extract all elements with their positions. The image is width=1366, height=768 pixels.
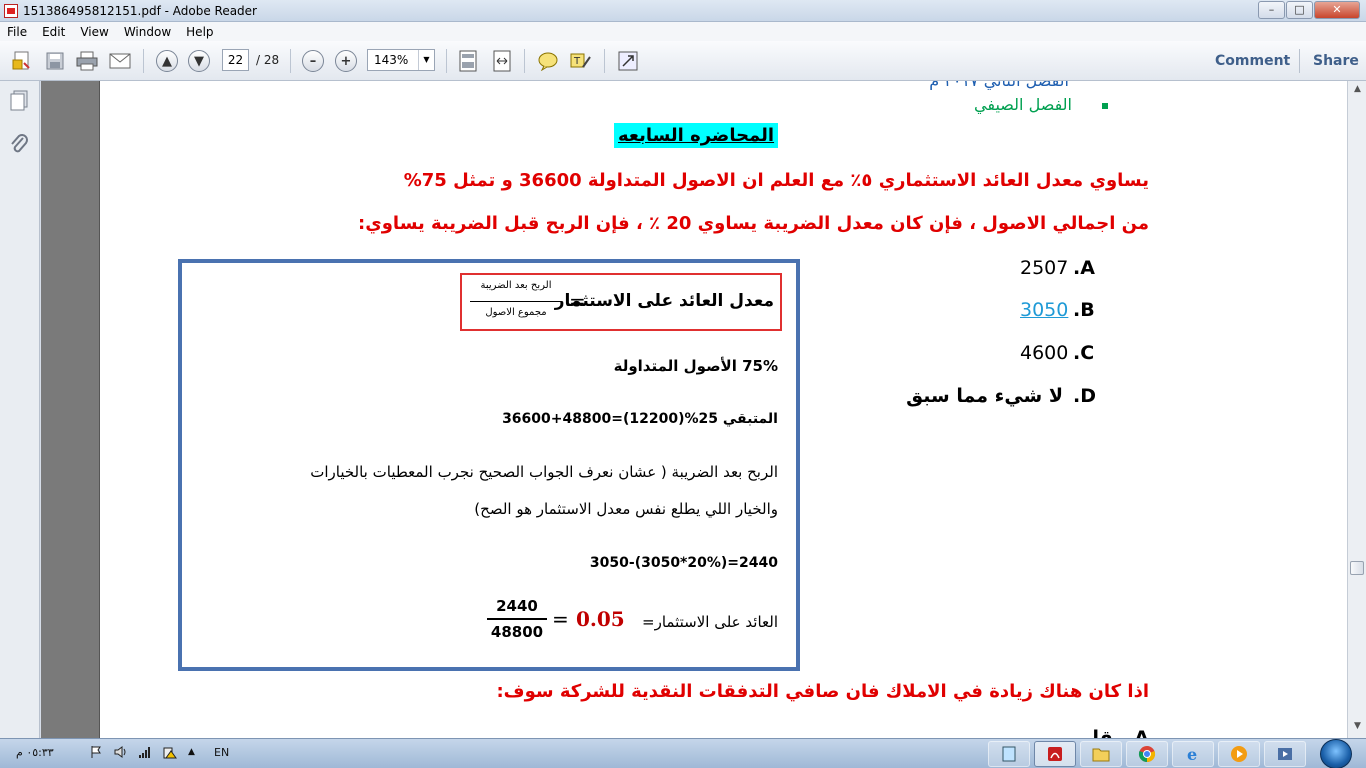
zoom-out-button[interactable]: – [300,49,326,73]
toolbar: ▲ ▼ – + T [0,41,1366,81]
taskbar: ٠٥:٣٣ م ▲ EN e [0,738,1366,768]
plus-icon: + [335,50,357,72]
option-d-letter: .D [1073,385,1096,407]
question-line-1: يساوي معدل العائد الاستثماري ٥٪ مع العلم… [403,170,1149,191]
start-button[interactable] [1320,739,1352,768]
arrow-down-icon: ▼ [188,50,210,72]
return-label: العائد على الاستثمار= [642,613,778,631]
navigation-panel [0,81,40,738]
formula-equals: = [569,289,586,313]
lecture-heading: المحاضره السابعه [614,123,779,148]
page-total: / 28 [256,53,280,67]
menu-file[interactable]: File [0,25,35,39]
previous-page-button[interactable]: ▲ [154,49,180,73]
pdf-app-icon [4,3,18,18]
next-option-partial: A. يقل [1082,727,1149,738]
fraction-numerator: 2440 [496,597,538,615]
menu-view[interactable]: View [73,25,116,39]
taskbar-notes-icon[interactable] [988,741,1030,767]
taskbar-adobe-reader-icon[interactable] [1034,741,1076,767]
pdf-page: الفصل الثاني ٢٠١٧ م الفصل الصيفي المحاضر… [99,81,1347,738]
print-icon[interactable] [74,49,100,73]
minimize-button[interactable]: – [1258,1,1285,19]
chevron-down-icon[interactable]: ▼ [418,50,434,70]
menu-window[interactable]: Window [117,25,179,39]
highlight-text-icon[interactable]: T [568,49,594,73]
option-b-letter: .B [1073,299,1095,321]
taskbar-media-player-icon[interactable] [1218,741,1260,767]
page-thumbnails-icon[interactable] [9,90,29,112]
formula-denominator: مجموع الاصول [485,307,547,318]
menu-bar: File Edit View Window Help [0,22,1366,41]
create-pdf-icon[interactable] [9,49,35,73]
bullet-marker [1102,103,1108,109]
fraction-line [487,618,547,620]
question-line-2: من اجمالي الاصول ، فإن كان معدل الضريبة … [358,213,1149,234]
fit-page-icon[interactable] [455,49,481,73]
option-a-letter: .A [1073,257,1095,279]
taskbar-media-icon[interactable] [1264,741,1306,767]
menu-help[interactable]: Help [179,25,221,39]
document-area: الفصل الثاني ٢٠١٧ م الفصل الصيفي المحاضر… [41,81,1347,738]
fraction-equals: = [552,607,569,631]
bullet-summer-text: الفصل الصيفي [974,95,1072,114]
option-b-value: 3050 [1020,299,1069,321]
arrow-up-icon: ▲ [156,50,178,72]
scroll-up-icon[interactable]: ▲ [1351,84,1364,97]
fraction-denominator: 48800 [490,623,544,641]
menu-edit[interactable]: Edit [35,25,73,39]
window-title: 151386495812151.pdf - Adobe Reader [23,3,257,18]
option-c-letter: .C [1073,342,1095,364]
sticky-note-icon[interactable] [535,49,561,73]
return-value: 0.05 [576,607,625,631]
formula-box: معدل العائد على الاستثمار = الربح بعد ال… [460,273,782,331]
taskbar-folder-icon[interactable] [1080,741,1122,767]
comment-button[interactable]: Comment [1215,53,1290,69]
solution-line-4: 3050-(3050*20%)=2440 [589,555,778,571]
attachments-icon[interactable] [9,133,29,155]
svg-text:e: e [1187,745,1197,763]
option-a-value: 2507 [1020,257,1069,279]
taskbar-ie-icon[interactable]: e [1172,741,1214,767]
network-icon[interactable] [138,745,152,762]
tray-expand-icon[interactable]: ▲ [188,747,195,757]
option-d-value: لا شيء مما سبق [906,385,1063,407]
vertical-scrollbar[interactable]: ▲ ▼ [1347,81,1366,738]
maximize-button[interactable]: □ [1286,1,1313,19]
page-number-input[interactable]: 22 [222,49,249,71]
save-icon[interactable] [42,49,68,73]
solution-line-3a: الربح بعد الضريبة ( عشان نعرف الجواب الص… [310,463,778,481]
show-hidden-flag-icon[interactable] [90,745,102,762]
formula-numerator: الربح بعد الضريبة [480,280,552,291]
language-indicator[interactable]: EN [214,746,229,759]
expand-icon[interactable] [615,49,641,73]
option-c-value: 4600 [1020,342,1069,364]
next-page-button[interactable]: ▼ [186,49,212,73]
zoom-value: 143% [374,53,409,67]
close-button[interactable]: ✕ [1314,1,1360,19]
solution-box: معدل العائد على الاستثمار = الربح بعد ال… [178,259,800,671]
bullet-partial-text: الفصل الثاني ٢٠١٧ م [929,81,1069,90]
window-controls: – □ ✕ [1257,1,1360,19]
fraction-line [470,301,562,302]
battery-warning-icon[interactable] [162,745,178,762]
clock[interactable]: ٠٥:٣٣ م [16,746,54,759]
svg-text:T: T [573,56,581,67]
fit-width-icon[interactable] [489,49,515,73]
zoom-select[interactable]: 143% ▼ [367,49,435,71]
email-icon[interactable] [107,49,133,73]
solution-line-2: 36600+المتبقي 25%(12200)=48800 [502,411,778,427]
scroll-down-icon[interactable]: ▼ [1351,721,1364,734]
next-question: اذا كان هناك زيادة في الاملاك فان صافي ا… [496,681,1149,702]
solution-line-3b: والخيار اللي يطلع نفس معدل الاستثمار هو … [474,500,778,518]
volume-icon[interactable] [114,745,128,762]
scroll-thumb[interactable] [1350,561,1364,575]
solution-line-1: 75% الأصول المتداولة [613,357,778,375]
title-bar: 151386495812151.pdf - Adobe Reader – □ ✕ [0,0,1366,22]
zoom-in-button[interactable]: + [333,49,359,73]
share-button[interactable]: Share [1313,53,1359,69]
taskbar-chrome-icon[interactable] [1126,741,1168,767]
formula-lhs: معدل العائد على الاستثمار [554,291,774,311]
minus-icon: – [302,50,324,72]
